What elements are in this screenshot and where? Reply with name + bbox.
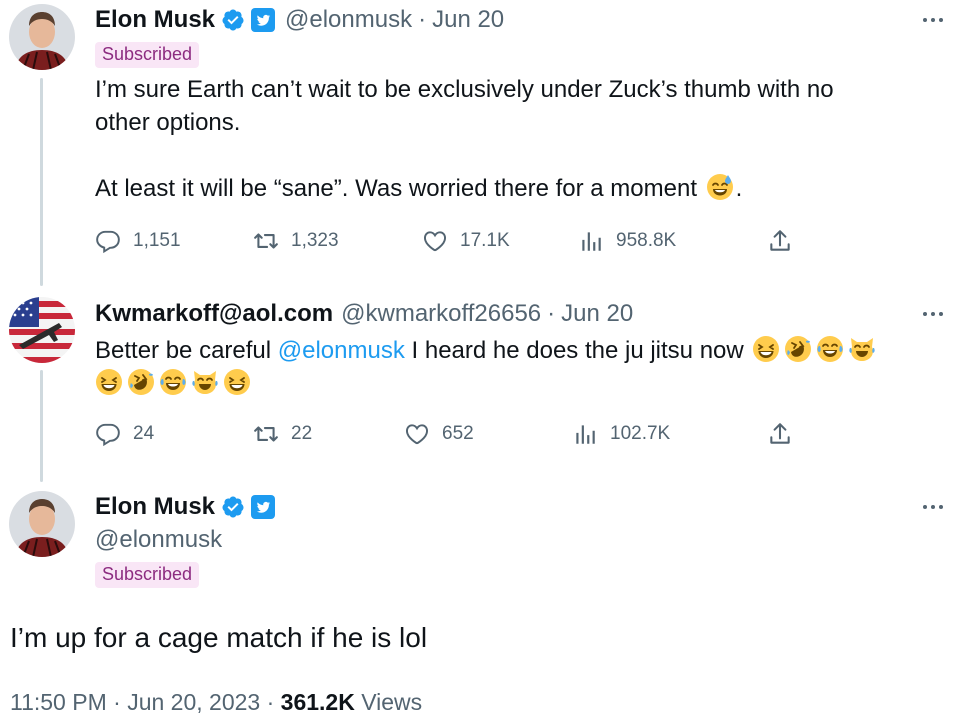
display-name[interactable]: Elon Musk bbox=[95, 493, 215, 521]
like-count: 652 bbox=[442, 423, 474, 444]
separator: · bbox=[113, 689, 121, 715]
share-icon bbox=[767, 421, 793, 447]
more-icon[interactable] bbox=[923, 10, 943, 30]
cat-tears-of-joy-emoji bbox=[848, 335, 876, 363]
reply-count: 24 bbox=[133, 423, 155, 444]
tweet-header: Kwmarkoff@aol.com @kwmarkoff26656 · Jun … bbox=[95, 300, 633, 328]
tweet-text: Better be careful @elonmusk I heard he d… bbox=[95, 334, 878, 400]
like-icon bbox=[404, 421, 430, 447]
tweet-text-segment: Better be careful bbox=[95, 337, 278, 364]
tweet-text-line: Better be careful @elonmusk I heard he d… bbox=[95, 334, 878, 367]
tweet-header: Elon Musk @elonmusk · Jun 20 bbox=[95, 6, 504, 34]
avatar[interactable] bbox=[9, 4, 75, 70]
tears-of-joy-emoji bbox=[159, 368, 187, 396]
tweet-text: I’m sure Earth can’t wait to be exclusiv… bbox=[95, 73, 834, 205]
views-button[interactable]: 102.7K bbox=[572, 421, 670, 447]
views-icon bbox=[578, 228, 604, 254]
avatar[interactable] bbox=[9, 297, 75, 363]
separator: · bbox=[266, 689, 275, 715]
timestamp[interactable]: Jun 20 bbox=[432, 6, 504, 34]
retweet-count: 1,323 bbox=[291, 230, 339, 251]
display-name[interactable]: Elon Musk bbox=[95, 6, 215, 34]
tears-of-joy-emoji bbox=[816, 335, 844, 363]
retweet-button[interactable]: 1,323 bbox=[253, 228, 339, 254]
subscribed-badge: Subscribed bbox=[95, 562, 200, 588]
tweet-text-segment: I heard he does the ju jitsu now bbox=[404, 337, 744, 364]
tweet-meta: 11:50 PM · Jun 20, 2023 · 361.2K Views bbox=[10, 689, 422, 716]
separator: · bbox=[547, 300, 556, 327]
handle[interactable]: @elonmusk bbox=[285, 6, 412, 34]
like-button[interactable]: 652 bbox=[404, 421, 474, 447]
action-bar: 1,151 1,323 17.1K 958.8K bbox=[95, 228, 800, 258]
timestamp[interactable]: 11:50 PM bbox=[10, 689, 107, 715]
more-icon[interactable] bbox=[923, 304, 943, 324]
grinning-squinting-emoji bbox=[752, 335, 780, 363]
date[interactable]: Jun 20, 2023 bbox=[127, 689, 260, 715]
reply-icon bbox=[95, 228, 121, 254]
sweat-smile-emoji bbox=[706, 173, 734, 201]
reply-count: 1,151 bbox=[133, 230, 181, 251]
grinning-squinting-emoji bbox=[223, 368, 251, 396]
action-bar: 24 22 652 102.7K bbox=[95, 421, 800, 451]
retweet-button[interactable]: 22 bbox=[253, 421, 312, 447]
tweet-text-segment: . bbox=[735, 175, 743, 202]
tweet-text-line: I’m sure Earth can’t wait to be exclusiv… bbox=[95, 76, 834, 103]
views-count: 102.7K bbox=[610, 423, 671, 444]
separator: · bbox=[418, 6, 427, 33]
rolling-on-floor-laughing-emoji bbox=[127, 368, 155, 396]
cat-tears-of-joy-emoji bbox=[191, 368, 219, 396]
emoji-line bbox=[95, 367, 878, 400]
rolling-on-floor-laughing-emoji bbox=[784, 335, 812, 363]
retweet-count: 22 bbox=[291, 423, 313, 444]
grinning-squinting-emoji bbox=[95, 368, 123, 396]
share-icon bbox=[767, 228, 793, 254]
mention-link[interactable]: @elonmusk bbox=[278, 337, 405, 364]
tweet-text-line: other options. bbox=[95, 109, 241, 136]
subscribed-badge: Subscribed bbox=[95, 42, 200, 68]
like-count: 17.1K bbox=[460, 230, 510, 251]
timestamp[interactable]: Jun 20 bbox=[561, 300, 633, 328]
views-label: Views bbox=[361, 689, 423, 715]
tweet-text-line: At least it will be “sane”. Was worried … bbox=[95, 172, 834, 205]
handle[interactable]: @kwmarkoff26656 bbox=[341, 300, 541, 328]
views-count: 958.8K bbox=[616, 230, 677, 251]
twitter-bird-icon[interactable] bbox=[251, 8, 275, 32]
like-icon bbox=[422, 228, 448, 254]
share-button[interactable] bbox=[767, 228, 793, 254]
views-icon bbox=[572, 421, 598, 447]
avatar[interactable] bbox=[9, 491, 75, 557]
like-button[interactable]: 17.1K bbox=[422, 228, 510, 254]
display-name[interactable]: Kwmarkoff@aol.com bbox=[95, 300, 333, 328]
tweet-text-segment: At least it will be “sane”. Was worried … bbox=[95, 175, 697, 202]
thread-line bbox=[40, 370, 43, 482]
verified-badge-icon[interactable] bbox=[221, 8, 245, 32]
views-count: 361.2K bbox=[280, 689, 355, 715]
twitter-bird-icon[interactable] bbox=[251, 495, 275, 519]
retweet-icon bbox=[253, 228, 279, 254]
thread-line bbox=[40, 78, 43, 286]
reply-button[interactable]: 1,151 bbox=[95, 228, 181, 254]
tweet-header: Elon Musk bbox=[95, 493, 285, 521]
handle[interactable]: @elonmusk bbox=[95, 526, 222, 554]
views-button[interactable]: 958.8K bbox=[578, 228, 676, 254]
retweet-icon bbox=[253, 421, 279, 447]
tweet-text: I’m up for a cage match if he is lol bbox=[10, 622, 428, 653]
verified-badge-icon[interactable] bbox=[221, 495, 245, 519]
more-icon[interactable] bbox=[923, 497, 943, 517]
reply-icon bbox=[95, 421, 121, 447]
share-button[interactable] bbox=[767, 421, 793, 447]
reply-button[interactable]: 24 bbox=[95, 421, 154, 447]
